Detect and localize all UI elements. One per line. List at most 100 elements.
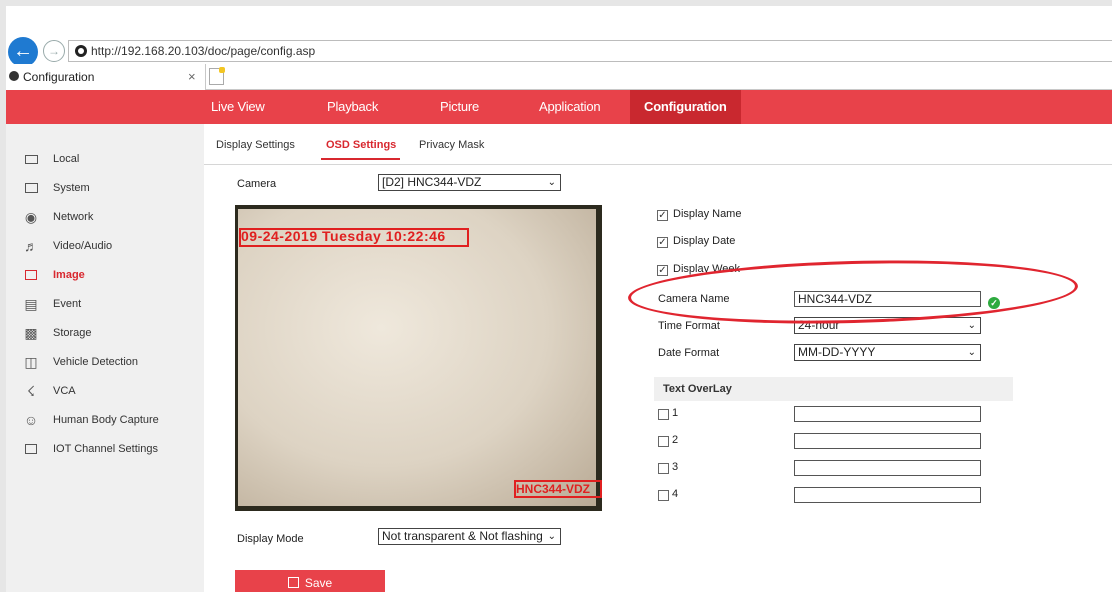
osd-name-text: HNC344-VDZ [516, 482, 591, 496]
camera-name-input[interactable]: HNC344-VDZ [794, 291, 981, 307]
date-format-label: Date Format [658, 347, 720, 359]
overlay-2-checkbox[interactable] [658, 436, 669, 447]
vehicle-detection-icon: ◫ [24, 354, 38, 370]
new-tab-icon[interactable] [209, 67, 225, 85]
sidebar-item-vehicle-detection[interactable]: ◫ Vehicle Detection [22, 353, 202, 373]
text-overlay-title: Text OverLay [663, 383, 732, 395]
browser-tab-strip: Configuration × [6, 64, 1112, 90]
sidebar-item-label: Storage [53, 327, 92, 339]
tab-favicon-icon [9, 71, 19, 81]
url-text: http://192.168.20.103/doc/page/config.as… [91, 44, 316, 58]
subtab-divider [204, 164, 1112, 165]
sidebar-item-label: Image [53, 269, 85, 281]
system-icon [22, 179, 40, 197]
date-format-select[interactable]: MM-DD-YYYY ⌄ [794, 344, 981, 361]
url-input[interactable]: http://192.168.20.103/doc/page/config.as… [68, 40, 1112, 62]
nav-picture[interactable]: Picture [440, 90, 479, 124]
image-icon [22, 266, 40, 284]
sidebar-item-network[interactable]: ◉ Network [22, 208, 202, 228]
iot-icon [22, 440, 40, 458]
sidebar-item-human-body-capture[interactable]: ☺ Human Body Capture [22, 411, 202, 431]
camera-select-value: [D2] HNC344-VDZ [382, 175, 482, 189]
tab-osd-settings[interactable]: OSD Settings [326, 139, 396, 151]
sidebar-item-video-audio[interactable]: ♬ Video/Audio [22, 237, 202, 257]
tab-privacy-mask[interactable]: Privacy Mask [419, 139, 484, 151]
sidebar-item-label: IOT Channel Settings [53, 443, 158, 455]
overlay-4-checkbox[interactable] [658, 490, 669, 501]
browser-tab[interactable]: Configuration × [6, 64, 206, 90]
overlay-3-input[interactable] [794, 460, 981, 476]
site-favicon-icon [75, 45, 87, 57]
overlay-3-label: 3 [672, 461, 679, 473]
overlay-2-input[interactable] [794, 433, 981, 449]
overlay-1-checkbox[interactable] [658, 409, 669, 420]
chevron-down-icon: ⌄ [547, 531, 556, 542]
time-format-select[interactable]: 24-hour ⌄ [794, 317, 981, 334]
sidebar-item-label: Video/Audio [53, 240, 113, 252]
tab-close-icon[interactable]: × [188, 69, 196, 84]
time-format-label: Time Format [658, 320, 720, 332]
nav-configuration[interactable]: Configuration [630, 90, 741, 124]
main-nav: Live View Playback Picture Application C… [6, 90, 1112, 124]
forward-icon[interactable]: → [43, 40, 65, 62]
display-date-label: Display Date [673, 235, 736, 247]
video-preview[interactable] [235, 205, 602, 511]
display-name-checkbox[interactable]: ✓ [657, 210, 668, 221]
sidebar-item-label: System [53, 182, 90, 194]
display-week-checkbox[interactable]: ✓ [657, 265, 668, 276]
network-icon: ◉ [24, 209, 38, 225]
osd-date-text: 09-24-2019 Tuesday 10:22:46 [241, 228, 446, 244]
camera-label: Camera [237, 178, 277, 190]
text-overlay-header: Text OverLay [654, 377, 1013, 401]
sidebar-item-event[interactable]: ▤ Event [22, 295, 202, 315]
sidebar-item-label: Local [53, 153, 80, 165]
preview-image [238, 209, 596, 506]
sidebar-item-image[interactable]: Image [22, 266, 202, 286]
save-button[interactable]: Save [235, 570, 385, 592]
display-date-checkbox[interactable]: ✓ [657, 237, 668, 248]
sidebar-item-label: Vehicle Detection [53, 356, 138, 368]
sidebar-item-system[interactable]: System [22, 179, 202, 199]
sidebar-item-label: Human Body Capture [53, 414, 159, 426]
overlay-1-label: 1 [672, 407, 679, 419]
save-label: Save [304, 576, 333, 590]
sidebar-item-label: Network [53, 211, 94, 223]
browser-window: ← → http://192.168.20.103/doc/page/confi… [6, 6, 1112, 592]
camera-select[interactable]: [D2] HNC344-VDZ ⌄ [378, 174, 561, 191]
sidebar-item-storage[interactable]: ▩ Storage [22, 324, 202, 344]
nav-application[interactable]: Application [539, 90, 601, 124]
video-audio-icon: ♬ [24, 238, 38, 254]
event-icon: ▤ [24, 296, 38, 312]
storage-icon: ▩ [24, 325, 38, 341]
tab-display-settings[interactable]: Display Settings [216, 139, 295, 151]
back-icon[interactable]: ← [8, 37, 38, 67]
active-tab-underline [321, 158, 400, 160]
display-mode-value: Not transparent & Not flashing [382, 529, 543, 543]
sidebar-item-vca[interactable]: ☇ VCA [22, 382, 202, 402]
display-week-label: Display Week [673, 263, 741, 275]
nav-playback[interactable]: Playback [327, 90, 378, 124]
overlay-3-checkbox[interactable] [658, 463, 669, 474]
nav-live-view[interactable]: Live View [211, 90, 265, 124]
sidebar-item-local[interactable]: Local [22, 150, 202, 170]
overlay-2-label: 2 [672, 434, 679, 446]
check-ok-icon: ✓ [988, 297, 1000, 309]
overlay-1-input[interactable] [794, 406, 981, 422]
display-name-label: Display Name [673, 208, 742, 220]
tab-title: Configuration [23, 70, 95, 84]
monitor-icon [22, 150, 40, 168]
save-icon [287, 577, 299, 588]
overlay-4-input[interactable] [794, 487, 981, 503]
camera-name-label: Camera Name [658, 293, 730, 305]
time-format-value: 24-hour [798, 318, 840, 332]
chevron-down-icon: ⌄ [967, 347, 976, 358]
display-mode-select[interactable]: Not transparent & Not flashing ⌄ [378, 528, 561, 545]
address-bar-row: ← → http://192.168.20.103/doc/page/confi… [6, 34, 1112, 67]
overlay-4-label: 4 [672, 488, 679, 500]
sidebar-item-label: Event [53, 298, 82, 310]
sidebar-item-label: VCA [53, 385, 76, 397]
sidebar: Local System ◉ Network ♬ Video/Audio Ima… [6, 124, 204, 592]
sidebar-item-iot-channel-settings[interactable]: IOT Channel Settings [22, 440, 202, 460]
date-format-value: MM-DD-YYYY [798, 345, 876, 359]
vca-icon: ☇ [26, 383, 36, 399]
